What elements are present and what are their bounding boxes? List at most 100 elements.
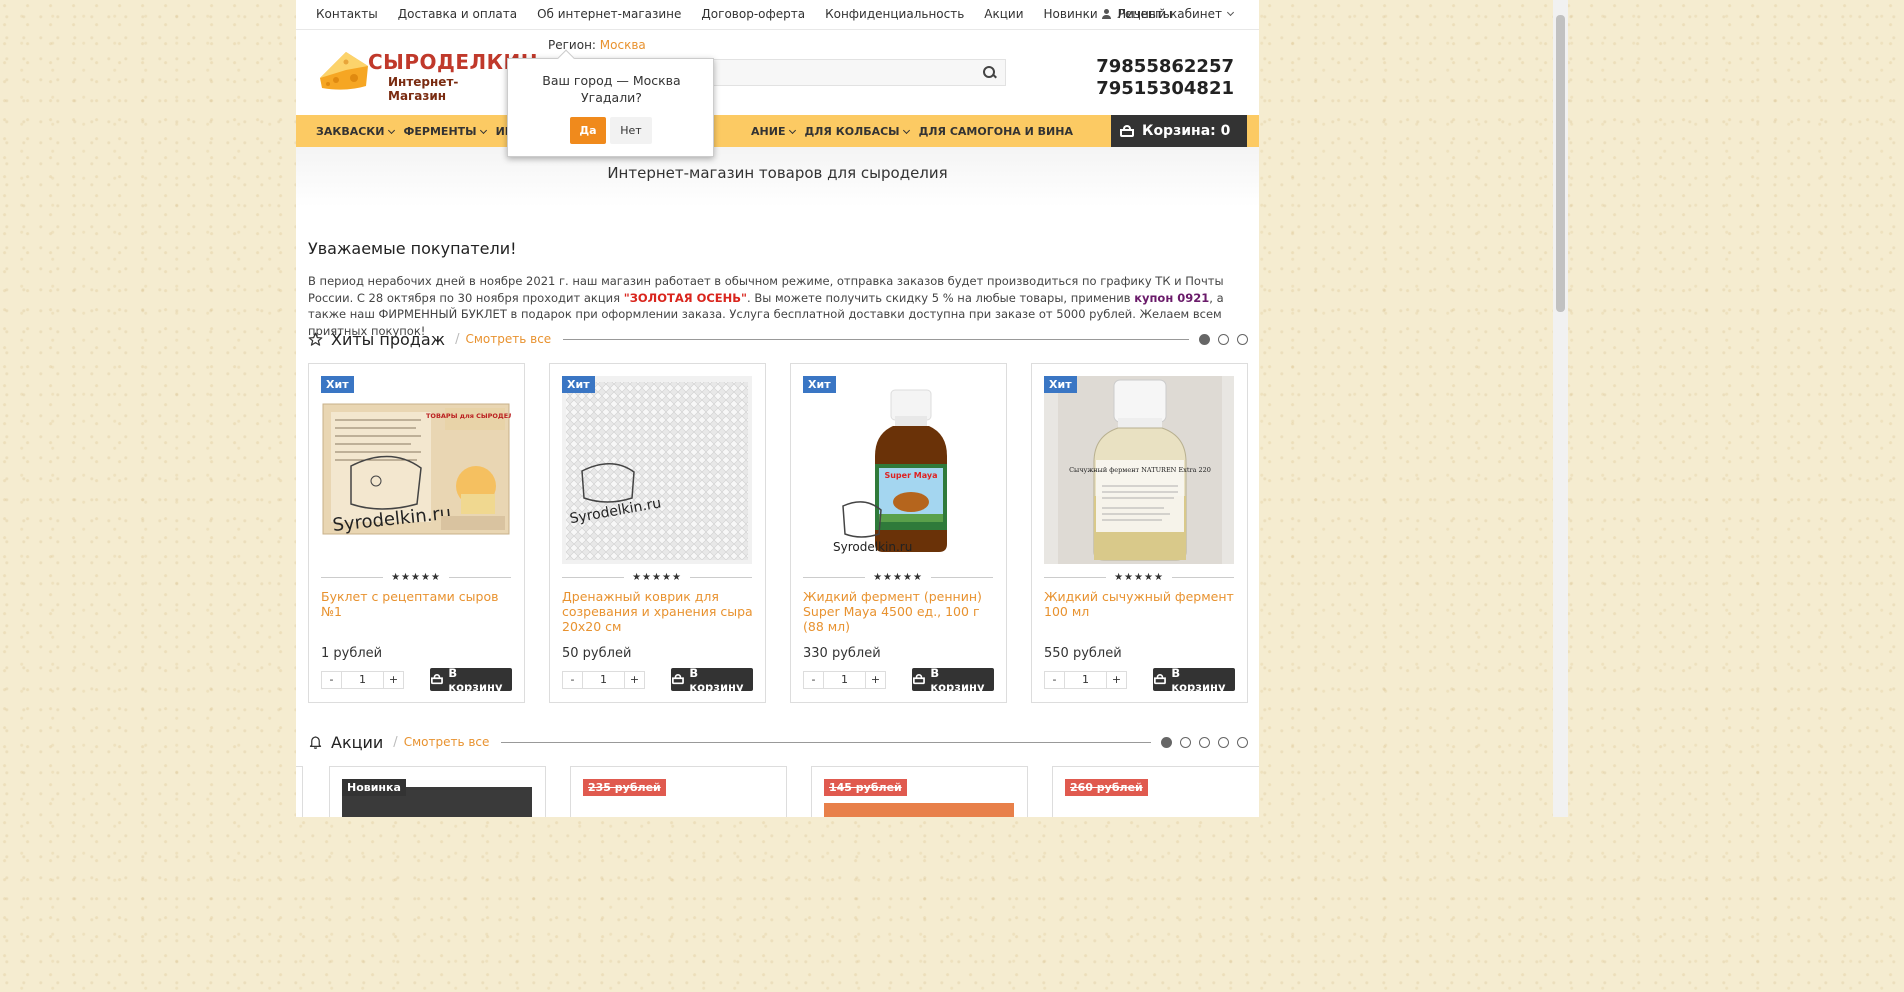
- basket-icon: [1120, 124, 1134, 137]
- top-link-promos[interactable]: Акции: [984, 7, 1023, 21]
- nav-item-equipment[interactable]: АНИЕ: [751, 125, 796, 138]
- new-badge: Новинка: [342, 779, 406, 796]
- nav-item-label: ЗАКВАСКИ: [316, 125, 385, 138]
- stars: ★★★★★: [873, 571, 923, 583]
- product-name-link[interactable]: Дренажный коврик для созревания и хранен…: [562, 589, 757, 634]
- qty-value[interactable]: 1: [824, 672, 865, 688]
- confirm-yes-button[interactable]: Да: [570, 117, 606, 144]
- basket-icon: [1153, 673, 1167, 685]
- product-image-mat[interactable]: Syrodelkin.ru: [562, 376, 752, 564]
- hit-badge: Хит: [562, 376, 595, 393]
- add-to-cart-button[interactable]: В корзину: [430, 665, 512, 694]
- carousel-dot[interactable]: [1199, 333, 1210, 345]
- cheese-logo-icon: [320, 52, 368, 90]
- search-input[interactable]: [706, 59, 1006, 86]
- hits-see-all-link[interactable]: Смотреть все: [465, 332, 551, 346]
- top-link-new[interactable]: Новинки: [1044, 7, 1098, 21]
- product-card: Super Maya Syrodelkin.ru Хит ★★★★★ Жидки…: [790, 363, 1007, 703]
- product-image-naturen[interactable]: Сычужный фермент NATUREN Extra 220: [1044, 376, 1234, 564]
- cart-label: Корзина: 0: [1142, 123, 1231, 139]
- nav-item-enzymes[interactable]: ФЕРМЕНТЫ: [404, 125, 487, 138]
- qty-minus-button[interactable]: -: [563, 672, 583, 688]
- logo[interactable]: СЫРОДЕЛКИН Интернет-Магазин: [316, 44, 537, 106]
- search-icon[interactable]: [983, 66, 996, 79]
- phone-1[interactable]: 79855862257: [1096, 56, 1234, 78]
- divider: /: [455, 331, 460, 347]
- top-bar: Контакты Доставка и оплата Об интернет-м…: [296, 0, 1259, 30]
- cart-button[interactable]: Корзина: 0: [1111, 115, 1247, 147]
- top-link-privacy[interactable]: Конфиденциальность: [825, 7, 964, 21]
- scrollbar[interactable]: [1553, 0, 1568, 817]
- product-price: 550 рублей: [1044, 646, 1122, 661]
- region-city-link[interactable]: Москва: [600, 38, 646, 52]
- account-menu[interactable]: Личный кабинет: [1102, 7, 1235, 21]
- product-image-booklet[interactable]: Syrodelkin.ru ТОВАРЫ для СЫРОДЕЛИЯ: [321, 376, 511, 564]
- promo-card: 145 рублей: [811, 766, 1028, 817]
- phone-2[interactable]: 79515304821: [1096, 78, 1234, 100]
- carousel-dot[interactable]: [1218, 736, 1229, 748]
- nav-item-starters[interactable]: ЗАКВАСКИ: [316, 125, 395, 138]
- account-label: Личный кабинет: [1117, 7, 1222, 21]
- stars: ★★★★★: [391, 571, 441, 583]
- carousel-dot[interactable]: [1237, 333, 1248, 345]
- add-to-cart-label: В корзину: [1171, 665, 1226, 694]
- maya-watermark: Syrodelkin.ru: [833, 540, 912, 554]
- old-price-badge: 145 рублей: [824, 779, 907, 796]
- carousel-dot[interactable]: [1180, 736, 1191, 748]
- qty-plus-button[interactable]: +: [1106, 672, 1126, 688]
- top-link-offer[interactable]: Договор-оферта: [701, 7, 805, 21]
- add-to-cart-button[interactable]: В корзину: [1153, 665, 1235, 694]
- qty-minus-button[interactable]: -: [322, 672, 342, 688]
- product-card: Syrodelkin.ru Хит ★★★★★ Дренажный коврик…: [549, 363, 766, 703]
- qty-value[interactable]: 1: [342, 672, 383, 688]
- notice-part: . Вы можете получить скидку 5 % на любые…: [747, 290, 1135, 305]
- promo-name: "ЗОЛОТАЯ ОСЕНЬ": [623, 290, 748, 305]
- top-link-about[interactable]: Об интернет-магазине: [537, 7, 681, 21]
- promo-card: Новинка: [329, 766, 546, 817]
- promo-image[interactable]: [824, 803, 1014, 817]
- star-icon: [308, 332, 323, 346]
- add-to-cart-label: В корзину: [930, 665, 985, 694]
- nav-item-moonshine-wine[interactable]: ДЛЯ САМОГОНА И ВИНА: [919, 125, 1073, 138]
- product-name-link[interactable]: Буклет с рецептами сыров №1: [321, 589, 516, 619]
- carousel-dot[interactable]: [1161, 736, 1172, 748]
- user-icon: [1102, 9, 1112, 19]
- divider: /: [393, 734, 398, 750]
- qty-plus-button[interactable]: +: [624, 672, 644, 688]
- add-to-cart-label: В корзину: [448, 665, 503, 694]
- maya-label: Super Maya: [884, 471, 937, 480]
- qty-plus-button[interactable]: +: [383, 672, 403, 688]
- popup-question: Ваш город — Москва Угадали?: [508, 72, 715, 106]
- bell-icon: [309, 736, 322, 749]
- qty-minus-button[interactable]: -: [1045, 672, 1065, 688]
- promos-see-all-link[interactable]: Смотреть все: [404, 735, 490, 749]
- top-link-delivery[interactable]: Доставка и оплата: [398, 7, 517, 21]
- top-link-contacts[interactable]: Контакты: [316, 7, 378, 21]
- basket-icon: [671, 673, 685, 685]
- product-name-link[interactable]: Жидкий сычужный фермент 100 мл: [1044, 589, 1239, 619]
- section-line: [563, 338, 1189, 340]
- nav-item-sausage[interactable]: ДЛЯ КОЛБАСЫ: [805, 125, 910, 138]
- promo-card-partial: [296, 766, 303, 817]
- qty-minus-button[interactable]: -: [804, 672, 824, 688]
- old-price-badge: 235 рублей: [583, 779, 666, 796]
- qty-value[interactable]: 1: [1065, 672, 1106, 688]
- product-image-super-maya[interactable]: Super Maya Syrodelkin.ru: [803, 376, 993, 564]
- carousel-dot[interactable]: [1218, 333, 1229, 345]
- product-name-link[interactable]: Жидкий фермент (реннин) Super Maya 4500 …: [803, 589, 998, 634]
- city-confirm-popup: Ваш город — Москва Угадали? Да Нет: [507, 49, 715, 157]
- chevron-down-icon: [902, 126, 910, 134]
- qty-plus-button[interactable]: +: [865, 672, 885, 688]
- confirm-no-button[interactable]: Нет: [610, 117, 652, 144]
- add-to-cart-button[interactable]: В корзину: [912, 665, 994, 694]
- promos-carousel-dots: [1161, 736, 1248, 748]
- qty-value[interactable]: 1: [583, 672, 624, 688]
- naturen-label: Сычужный фермент NATUREN Extra 220: [1069, 466, 1211, 474]
- chevron-down-icon: [387, 126, 395, 134]
- carousel-dot[interactable]: [1237, 736, 1248, 748]
- booklet-title: ТОВАРЫ для СЫРОДЕЛИЯ: [426, 412, 511, 420]
- scrollbar-thumb[interactable]: [1556, 15, 1565, 312]
- carousel-dot[interactable]: [1199, 736, 1210, 748]
- chevron-down-icon: [1226, 8, 1235, 17]
- add-to-cart-button[interactable]: В корзину: [671, 666, 753, 694]
